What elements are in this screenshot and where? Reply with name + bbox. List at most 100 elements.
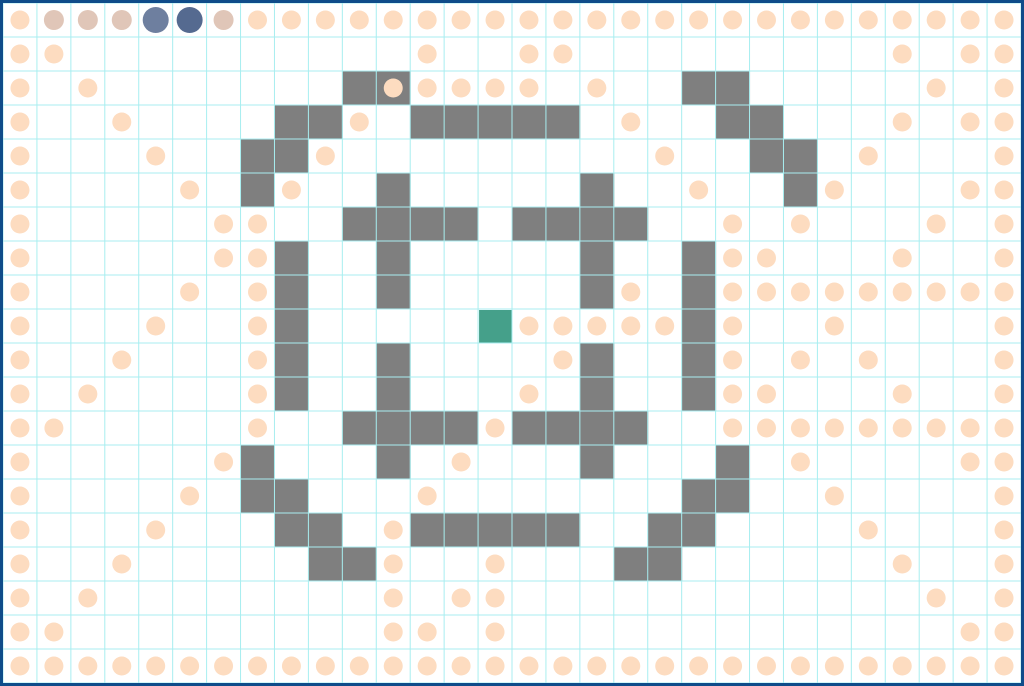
pellet: [858, 418, 878, 438]
wall-block: [681, 275, 717, 310]
game-board[interactable]: [3, 3, 1021, 683]
pellet: [790, 656, 810, 676]
pellet: [858, 10, 878, 30]
wall-block: [512, 513, 547, 548]
pellet: [621, 10, 641, 30]
pellet: [994, 180, 1014, 200]
wall-block: [410, 105, 445, 140]
pellet: [146, 520, 166, 540]
pellet: [858, 146, 878, 166]
wall-block: [274, 139, 309, 174]
trail-dot: [111, 10, 132, 30]
wall-block: [579, 411, 615, 446]
pellet: [417, 656, 437, 676]
pellet: [757, 10, 776, 30]
pellet: [824, 316, 844, 336]
pellet: [10, 316, 30, 336]
pellet: [960, 180, 980, 200]
game-frame: [0, 0, 1024, 686]
wall-block: [749, 105, 784, 140]
pellet: [994, 486, 1014, 506]
pellet: [621, 656, 641, 676]
pellet: [994, 622, 1014, 642]
pellet: [485, 554, 505, 574]
pellet: [519, 78, 539, 98]
pellet: [281, 656, 301, 676]
pellet: [926, 282, 946, 302]
pellet: [10, 622, 30, 642]
pellet: [994, 248, 1014, 268]
pellet: [10, 112, 30, 132]
pellet: [824, 418, 844, 438]
pellet: [214, 248, 234, 268]
wall-block: [681, 377, 717, 412]
wall-block: [376, 445, 411, 480]
pellet: [790, 350, 810, 370]
pellet: [78, 656, 98, 676]
pellet: [10, 78, 30, 98]
pellet: [926, 78, 946, 98]
pellet: [315, 146, 335, 166]
wall-block: [376, 275, 411, 310]
pellet: [451, 10, 471, 30]
pellet: [587, 316, 607, 336]
pellet: [621, 282, 641, 302]
pellet: [417, 486, 437, 506]
wall-block: [579, 173, 615, 208]
pellet: [790, 282, 810, 302]
pellet: [723, 656, 743, 676]
wall-block: [545, 513, 581, 548]
pellet: [417, 622, 437, 642]
wall-block: [512, 207, 547, 242]
pellet: [757, 418, 776, 438]
pellet: [723, 350, 743, 370]
pellet: [44, 418, 64, 438]
pellet: [994, 418, 1014, 438]
wall-block: [376, 377, 411, 412]
wall-block: [444, 513, 479, 548]
pellet: [892, 656, 912, 676]
pellet: [655, 316, 675, 336]
pellet: [383, 10, 403, 30]
trail-dot: [77, 10, 98, 30]
pellet: [994, 588, 1014, 608]
pellet: [10, 146, 30, 166]
pellet: [10, 656, 30, 676]
pellet: [689, 656, 709, 676]
pellet: [112, 350, 132, 370]
pellet: [892, 418, 912, 438]
pellet: [112, 656, 132, 676]
wall-block: [579, 377, 615, 412]
pellet: [10, 588, 30, 608]
wall-block: [444, 207, 479, 242]
pellet: [214, 452, 234, 472]
pellet: [587, 10, 607, 30]
pellet: [485, 418, 505, 438]
pellet: [315, 656, 335, 676]
pellet: [824, 10, 844, 30]
pellet: [757, 248, 776, 268]
pellet: [146, 316, 166, 336]
pellet: [655, 146, 675, 166]
pellet: [892, 44, 912, 64]
wall-block: [681, 71, 717, 106]
pellet: [349, 10, 369, 30]
pellet: [383, 656, 403, 676]
trail-dot: [176, 7, 203, 33]
pellet: [892, 112, 912, 132]
pellet: [451, 78, 471, 98]
pellet: [451, 656, 471, 676]
pellet: [383, 588, 403, 608]
pellet: [383, 520, 403, 540]
pellet: [112, 112, 132, 132]
pellet: [858, 520, 878, 540]
pellet: [587, 78, 607, 98]
pellet: [180, 282, 200, 302]
pellet: [417, 10, 437, 30]
wall-block: [681, 343, 717, 378]
pellet: [180, 486, 200, 506]
pellet: [10, 350, 30, 370]
pellet: [44, 622, 64, 642]
pellet: [960, 418, 980, 438]
pellet: [553, 10, 573, 30]
